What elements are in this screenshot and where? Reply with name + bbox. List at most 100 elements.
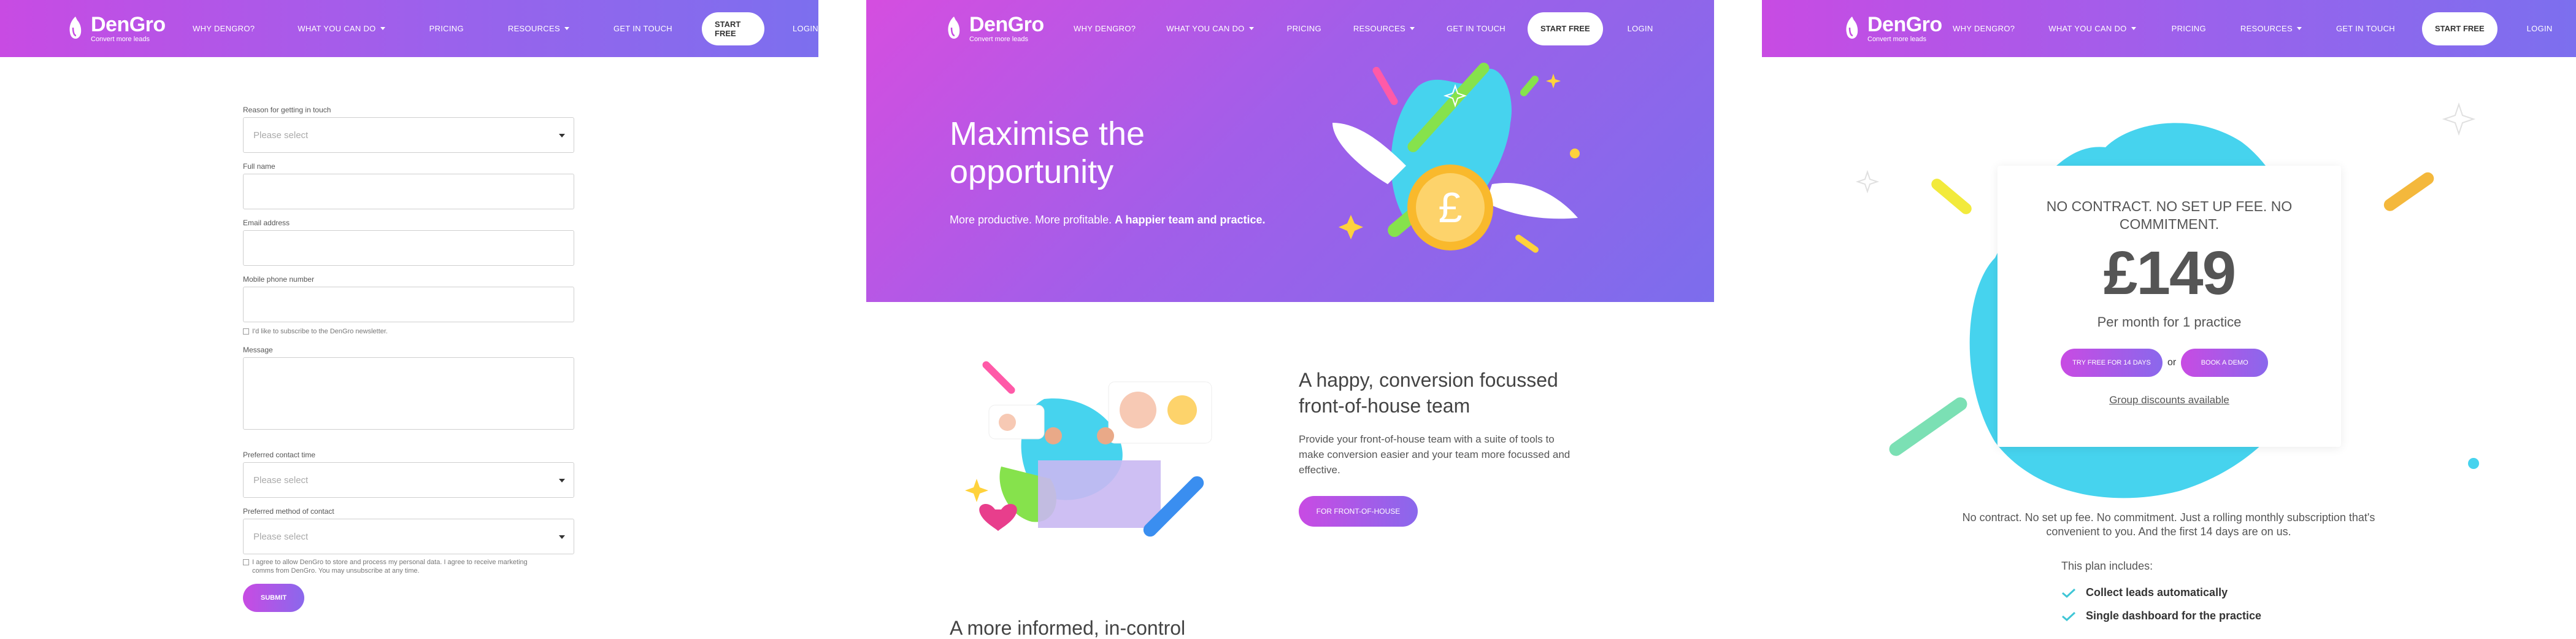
- logo[interactable]: DenGro Convert more leads: [67, 14, 166, 43]
- group-discounts-link[interactable]: Group discounts available: [1997, 394, 2341, 406]
- nav-what-you-can-do[interactable]: WHAT YOU CAN DO: [298, 24, 385, 33]
- contact-time-select[interactable]: Please select: [243, 462, 574, 498]
- reason-select[interactable]: Please select: [243, 117, 574, 153]
- chevron-down-icon: [1409, 27, 1415, 30]
- select-caret-icon: [559, 535, 565, 539]
- nav-resources[interactable]: RESOURCES: [1353, 24, 1415, 33]
- nav-login[interactable]: LOGIN: [1628, 24, 1653, 33]
- orange-bar: [2383, 172, 2434, 211]
- plan-item: Single dashboard for the practice: [2061, 610, 2261, 622]
- nav-what-you-can-do-label: WHAT YOU CAN DO: [1166, 24, 1245, 33]
- nav-get-in-touch[interactable]: GET IN TOUCH: [1447, 24, 1505, 33]
- newsletter-row: I'd like to subscribe to the DenGro news…: [243, 327, 574, 336]
- plan-item-label: Single dashboard for the practice: [2086, 610, 2262, 622]
- section-body: Provide your front-of-house team with a …: [1299, 433, 1571, 476]
- message-label: Message: [243, 346, 273, 354]
- contact-method-label: Preferred method of contact: [243, 507, 334, 516]
- start-free-button[interactable]: START FREE: [1528, 12, 1603, 45]
- star-sparkle: [1339, 215, 1363, 239]
- email-label: Email address: [243, 219, 290, 227]
- team-illustration: [965, 361, 1212, 537]
- pink-bar: [1372, 66, 1398, 106]
- nav-what-you-can-do[interactable]: WHAT YOU CAN DO: [1166, 24, 1254, 33]
- hero-subtitle: More productive. More profitable. A happ…: [950, 214, 1266, 227]
- fullname-label: Full name: [243, 162, 275, 171]
- right-wing: [1486, 183, 1578, 219]
- start-free-button[interactable]: START FREE: [702, 12, 765, 45]
- nav-what-you-can-do-label: WHAT YOU CAN DO: [298, 24, 376, 33]
- hero-subtitle-bold: A happier team and practice.: [1115, 214, 1266, 226]
- consent-checkbox[interactable]: [243, 559, 249, 565]
- green-dash: [1520, 76, 1539, 96]
- contact-method-value: Please select: [253, 531, 309, 542]
- chevron-down-icon: [564, 27, 569, 30]
- nav-get-in-touch[interactable]: GET IN TOUCH: [613, 24, 672, 33]
- nav-resources[interactable]: RESOURCES: [508, 24, 569, 33]
- plan-item: Collect leads automatically: [2061, 586, 2261, 599]
- contact-form: Reason for getting in touch Please selec…: [243, 106, 574, 612]
- yellow-bar: [1931, 179, 1972, 214]
- price-amount: £149: [2103, 239, 2236, 308]
- star-outline: [1855, 169, 1880, 194]
- book-demo-button[interactable]: BOOK A DEMO: [2181, 349, 2269, 377]
- star-outline: [2442, 102, 2476, 136]
- brand-name: DenGro: [91, 13, 166, 36]
- hero-title: Maximise the opportunity: [950, 115, 1145, 190]
- navbar: DenGro Convert more leads WHY DENGRO? WH…: [866, 0, 1714, 57]
- nav-pricing[interactable]: PRICING: [1287, 24, 1321, 33]
- contact-page-panel: DenGro Convert more leads WHY DENGRO? WH…: [0, 0, 818, 639]
- emoji-face: [999, 414, 1016, 431]
- blue-dot: [2468, 458, 2479, 469]
- price-card: NO CONTRACT. NO SET UP FEE. NO COMMITMEN…: [1997, 166, 2341, 447]
- nav-why-dengro[interactable]: WHY DENGRO?: [1074, 24, 1136, 33]
- or-label: or: [2167, 357, 2177, 368]
- person-head: [1097, 427, 1114, 444]
- heart-eyes-emoji: [1120, 392, 1156, 428]
- brand-name: DenGro: [969, 13, 1044, 36]
- reason-label: Reason for getting in touch: [243, 106, 331, 114]
- coin-emoji: [1167, 395, 1197, 425]
- email-input[interactable]: [243, 230, 574, 266]
- select-caret-icon: [559, 134, 565, 137]
- message-textarea[interactable]: [243, 357, 574, 430]
- front-desk: [1038, 460, 1161, 528]
- check-icon: [2062, 588, 2076, 598]
- try-free-button[interactable]: TRY FREE FOR 14 DAYS: [2061, 349, 2163, 377]
- chevron-down-icon: [380, 27, 385, 30]
- fullname-input[interactable]: [243, 174, 574, 209]
- plan-includes-title: This plan includes:: [2061, 560, 2153, 572]
- newsletter-checkbox[interactable]: [243, 328, 249, 335]
- speech-bubble: [988, 405, 1045, 440]
- front-of-house-button[interactable]: FOR FRONT-OF-HOUSE: [1299, 496, 1418, 527]
- nav-resources-label: RESOURCES: [1353, 24, 1405, 33]
- pound-symbol: £: [1439, 184, 1463, 231]
- hero-subtitle-plain: More productive. More profitable.: [950, 214, 1112, 226]
- mint-bar: [1889, 397, 1967, 456]
- newsletter-text: I'd like to subscribe to the DenGro news…: [252, 328, 388, 335]
- consent-row: I agree to allow DenGro to store and pro…: [243, 558, 550, 575]
- plan-feature-list: Collect leads automatically Single dashb…: [2061, 586, 2261, 633]
- pricing-description: No contract. No set up fee. No commitmen…: [1962, 511, 2375, 538]
- contact-method-select[interactable]: Please select: [243, 519, 574, 554]
- yellow-dot: [1570, 149, 1580, 158]
- submit-button[interactable]: SUBMIT: [243, 584, 304, 612]
- consent-text: I agree to allow DenGro to store and pro…: [252, 559, 528, 575]
- nav-pricing[interactable]: PRICING: [429, 24, 464, 33]
- mobile-label: Mobile phone number: [243, 275, 315, 284]
- logo[interactable]: DenGro Convert more leads: [946, 14, 1044, 43]
- price-headline: NO CONTRACT. NO SET UP FEE. NO COMMITMEN…: [2046, 198, 2293, 232]
- nav-login[interactable]: LOGIN: [793, 24, 818, 33]
- person-head: [1045, 427, 1062, 444]
- mobile-input[interactable]: [243, 287, 574, 322]
- price-actions: TRY FREE FOR 14 DAYS or BOOK A DEMO: [2061, 349, 2269, 377]
- brand-tagline: Convert more leads: [969, 36, 1028, 43]
- tooth-logo-icon: [69, 17, 82, 39]
- star-sparkle: [1546, 74, 1561, 88]
- contact-time-label: Preferred contact time: [243, 451, 316, 459]
- nav-why-dengro[interactable]: WHY DENGRO?: [193, 24, 255, 33]
- pink-bar: [982, 361, 1015, 394]
- pricing-page-panel: DenGro Convert more leads WHY DENGRO? WH…: [1762, 0, 2576, 639]
- star-sparkle: [965, 479, 988, 502]
- plan-item-label: Collect leads automatically: [2086, 586, 2228, 598]
- brand-tagline: Convert more leads: [91, 36, 150, 43]
